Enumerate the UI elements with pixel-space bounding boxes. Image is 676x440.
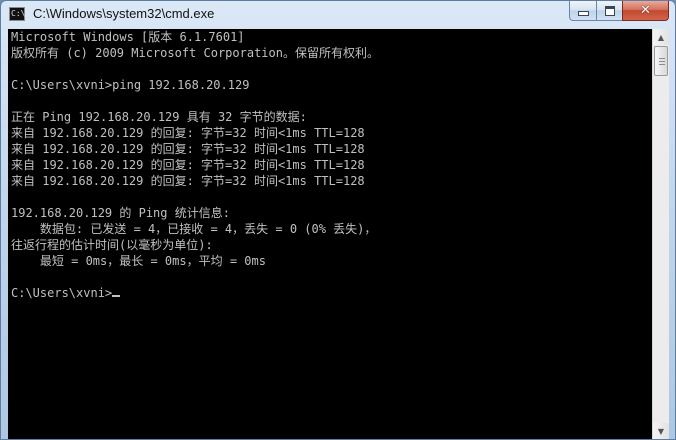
console-line: 来自 192.168.20.129 的回复: 字节=32 时间<1ms TTL=… — [11, 126, 365, 140]
arrow-up-icon: ▲ — [657, 32, 665, 42]
console-line: 来自 192.168.20.129 的回复: 字节=32 时间<1ms TTL=… — [11, 158, 365, 172]
close-button[interactable]: ✕ — [622, 1, 669, 21]
console-line: 192.168.20.129 的 Ping 统计信息: — [11, 206, 230, 220]
scroll-up-button[interactable]: ▲ — [653, 29, 669, 45]
maximize-icon — [604, 5, 615, 16]
minimize-button[interactable] — [569, 1, 597, 21]
scroll-down-button[interactable]: ▼ — [653, 423, 669, 439]
console-line: 来自 192.168.20.129 的回复: 字节=32 时间<1ms TTL=… — [11, 174, 365, 188]
grip-line — [659, 64, 665, 65]
vertical-scrollbar[interactable]: ▲ ▼ — [652, 29, 669, 439]
text-cursor — [112, 295, 121, 297]
console-line: 来自 192.168.20.129 的回复: 字节=32 时间<1ms TTL=… — [11, 142, 365, 156]
console-output: Microsoft Windows [版本 6.1.7601] 版权所有 (c)… — [11, 29, 651, 439]
console-area[interactable]: Microsoft Windows [版本 6.1.7601] 版权所有 (c)… — [8, 29, 669, 439]
cmd-icon-label: C:\ — [11, 9, 26, 18]
console-line: 往返行程的估计时间(以毫秒为单位): — [11, 238, 213, 252]
grip-line — [659, 61, 665, 62]
scrollbar-thumb[interactable] — [654, 46, 668, 76]
minimize-icon — [577, 11, 589, 16]
console-line: 数据包: 已发送 = 4，已接收 = 4，丢失 = 0 (0% 丢失)， — [11, 222, 377, 236]
maximize-button[interactable] — [596, 1, 623, 21]
console-line: C:\Users\xvni>ping 192.168.20.129 — [11, 78, 250, 92]
console-line: 正在 Ping 192.168.20.129 具有 32 字节的数据: — [11, 110, 307, 124]
grip-line — [659, 58, 665, 59]
console-line: Microsoft Windows [版本 6.1.7601] — [11, 30, 245, 44]
prompt-text: C:\Users\xvni> — [11, 286, 113, 300]
window-title: C:\Windows\system32\cmd.exe — [33, 6, 215, 21]
console-line: 最短 = 0ms，最长 = 0ms，平均 = 0ms — [11, 254, 266, 268]
cmd-icon[interactable]: C:\ — [9, 7, 25, 21]
title-bar[interactable]: C:\ C:\Windows\system32\cmd.exe ✕ — [1, 1, 675, 27]
prompt-line[interactable]: C:\Users\xvni> — [11, 285, 651, 301]
console-line: 版权所有 (c) 2009 Microsoft Corporation。保留所有… — [11, 46, 379, 60]
arrow-down-icon: ▼ — [657, 426, 665, 436]
cmd-window: C:\ C:\Windows\system32\cmd.exe ✕ Micros… — [0, 0, 676, 440]
close-icon: ✕ — [640, 3, 651, 18]
